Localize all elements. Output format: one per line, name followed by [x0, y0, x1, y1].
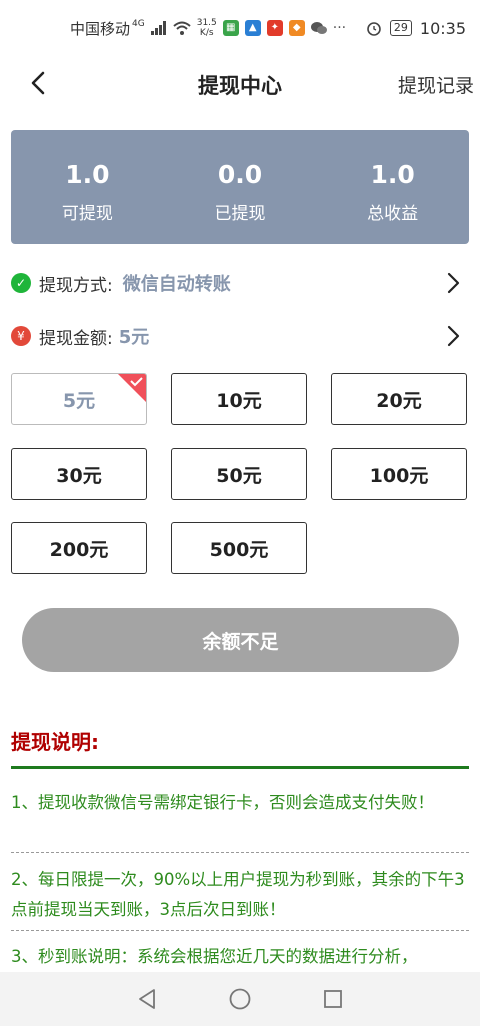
withdrawable-stat: 1.0 可提现: [11, 130, 164, 244]
network-tag: 4G: [132, 19, 145, 29]
back-nav-icon[interactable]: [135, 987, 159, 1011]
withdraw-record-link[interactable]: 提现记录: [398, 71, 474, 98]
selected-check-icon: [118, 374, 146, 402]
amount-value: 5元: [118, 327, 150, 348]
balance-summary-card: 1.0 可提现 0.0 已提现 1.0 总收益: [11, 130, 469, 244]
amount-option-label: 10元: [216, 389, 262, 412]
app-notification-icon: ◆: [288, 20, 305, 36]
amount-option[interactable]: 500元: [171, 522, 307, 574]
note-item: 1、提现收款微信号需绑定银行卡，否则会造成支付失败！: [11, 793, 434, 812]
status-bar: 中国移动 4G 31.5 K/s ▦ ▲ ✦ ◆ ··· 29 10:35: [0, 0, 480, 56]
amount-option[interactable]: 10元: [171, 373, 307, 425]
stat-label: 总收益: [367, 204, 419, 224]
divider: [11, 852, 469, 853]
carrier-name: 中国移动: [70, 19, 131, 38]
wechat-check-icon: ✓: [11, 273, 31, 293]
stat-value: 0.0: [217, 160, 263, 189]
alarm-icon: [367, 22, 381, 36]
note-item: 2、每日限提一次，90%以上用户提现为秒到账，其余的下午3点前提现当天到账，3点…: [11, 870, 465, 919]
amount-option[interactable]: 50元: [171, 448, 307, 500]
chevron-right-icon: [447, 272, 460, 294]
note-item: 3、秒到账说明：系统会根据您近几天的数据进行分析，: [11, 947, 418, 966]
stat-label: 可提现: [61, 204, 113, 224]
speed-value: 31.5: [196, 18, 217, 28]
divider: [11, 766, 469, 769]
method-label: 提现方式:: [39, 275, 113, 296]
amount-option-label: 5元: [62, 389, 96, 412]
divider: [11, 930, 469, 931]
amount-option[interactable]: 100元: [331, 448, 467, 500]
wifi-icon: [173, 21, 191, 35]
amount-option-label: 100元: [369, 464, 429, 487]
method-value: 微信自动转账: [122, 274, 231, 295]
stat-label: 已提现: [214, 204, 266, 224]
withdrawn-stat: 0.0 已提现: [164, 130, 317, 244]
notes-title: 提现说明:: [11, 730, 99, 754]
amount-option[interactable]: 30元: [11, 448, 147, 500]
speed-unit: K/s: [199, 28, 214, 38]
network-speed: 31.5 K/s: [197, 18, 217, 38]
amount-option-label: 50元: [216, 464, 262, 487]
clock: 10:35: [419, 18, 466, 38]
amount-option[interactable]: 5元: [11, 373, 147, 425]
system-nav-bar: [0, 972, 480, 1026]
more-icon: ···: [332, 20, 347, 36]
home-nav-icon[interactable]: [228, 987, 252, 1011]
app-notification-icon: ▲: [244, 20, 261, 36]
withdraw-amount-row[interactable]: ¥ 提现金额: 5元: [11, 318, 469, 354]
amount-option-label: 500元: [209, 538, 269, 561]
chevron-right-icon: [447, 325, 460, 347]
recents-nav-icon[interactable]: [321, 987, 345, 1011]
amount-option-label: 20元: [376, 389, 422, 412]
stat-value: 1.0: [65, 160, 110, 189]
signal-icon: [150, 21, 166, 35]
amount-option-label: 200元: [49, 538, 109, 561]
withdraw-method-row[interactable]: ✓ 提现方式: 微信自动转账: [11, 265, 469, 301]
total-earnings-stat: 1.0 总收益: [316, 130, 469, 244]
wechat-icon: [310, 22, 327, 34]
amount-option-label: 30元: [56, 464, 102, 487]
amount-label: 提现金额:: [39, 328, 113, 349]
yuan-icon: ¥: [11, 326, 31, 346]
amount-option[interactable]: 20元: [331, 373, 467, 425]
amount-option[interactable]: 200元: [11, 522, 147, 574]
header: 提现中心 提现记录: [0, 56, 480, 112]
battery-indicator: 29: [389, 20, 412, 36]
app-notification-icon: ✦: [266, 20, 283, 36]
app-notification-icon: ▦: [222, 20, 239, 36]
stat-value: 1.0: [370, 160, 415, 189]
submit-withdraw-button[interactable]: 余额不足: [22, 608, 459, 672]
